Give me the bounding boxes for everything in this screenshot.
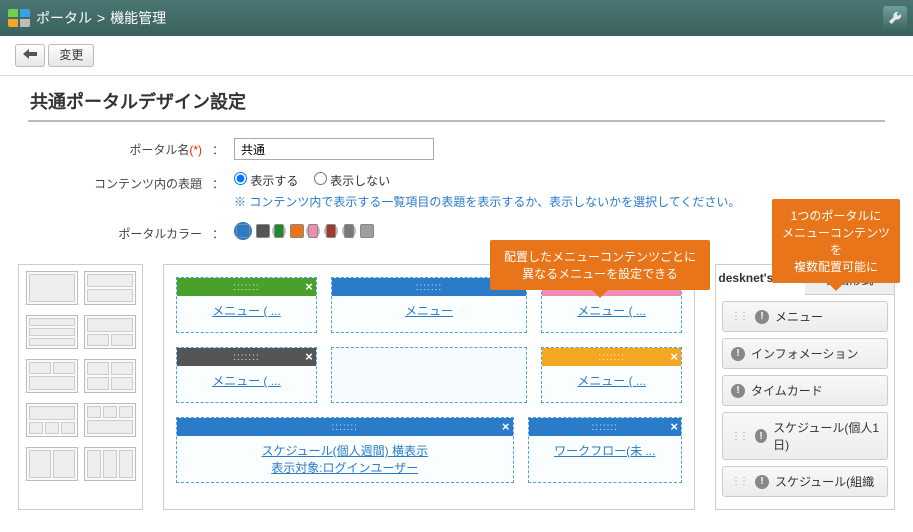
widget-link[interactable]: メニュー ( ... (577, 374, 646, 388)
settings-icon[interactable] (883, 6, 907, 30)
layout-thumb[interactable] (26, 359, 78, 393)
widget-schedule[interactable]: :::::::× スケジュール(個人週間) 横表示表示対象:ログインユーザー (176, 417, 514, 483)
layout-canvas: :::::::× メニュー ( ... :::::::× メニュー ::::::… (163, 264, 695, 510)
color-option[interactable] (324, 224, 338, 238)
close-icon[interactable]: × (305, 279, 313, 294)
portal-name-input[interactable] (234, 138, 434, 160)
layout-thumb[interactable] (84, 315, 136, 349)
breadcrumb-page[interactable]: 機能管理 (110, 8, 166, 28)
color-option[interactable] (256, 224, 270, 238)
widget-menu-green[interactable]: :::::::× メニュー ( ... (176, 277, 317, 333)
widget-workflow[interactable]: :::::::× ワークフロー(未 ... (528, 417, 683, 483)
widget-menu-dark[interactable]: :::::::× メニュー ( ... (176, 347, 317, 403)
page-title: 共通ポータルデザイン設定 (28, 84, 885, 122)
info-icon: ! (755, 310, 769, 324)
titles-label: コンテンツ内の表題 (94, 177, 202, 191)
widget-link[interactable]: スケジュール(個人週間) 横表示表示対象:ログインユーザー (262, 444, 429, 475)
close-icon[interactable]: × (305, 349, 313, 364)
palette-item-schedule-org[interactable]: !スケジュール(組織 (722, 466, 888, 497)
breadcrumb-root[interactable]: ポータル (36, 8, 92, 28)
layout-thumb[interactable] (84, 271, 136, 305)
radio-show[interactable]: 表示する (234, 174, 298, 188)
layout-thumb[interactable] (84, 447, 136, 481)
close-icon[interactable]: × (670, 419, 678, 434)
empty-slot[interactable] (331, 347, 527, 403)
radio-hide[interactable]: 表示しない (314, 174, 390, 188)
layout-thumb[interactable] (26, 403, 78, 437)
color-option[interactable] (272, 224, 286, 238)
submit-button[interactable]: 変更 (48, 44, 94, 67)
back-button[interactable] (15, 44, 45, 67)
widget-link[interactable]: メニュー ( ... (212, 374, 281, 388)
callout-multiple-menu: 1つのポータルにメニューコンテンツを複数配置可能に (772, 199, 900, 283)
info-icon: ! (755, 475, 769, 489)
palette-item-information[interactable]: !インフォメーション (722, 338, 888, 369)
required-mark: (*) (189, 143, 202, 157)
color-option[interactable] (360, 224, 374, 238)
color-option[interactable] (306, 224, 320, 238)
close-icon[interactable]: × (670, 349, 678, 364)
color-label: ポータルカラー (118, 227, 202, 241)
color-swatches (234, 222, 374, 240)
widget-link[interactable]: メニュー (405, 304, 453, 318)
widget-link[interactable]: メニュー ( ... (212, 304, 281, 318)
layout-thumb[interactable] (26, 447, 78, 481)
color-option[interactable] (342, 224, 356, 238)
widget-link[interactable]: ワークフロー(未 ... (554, 444, 655, 458)
palette-item-timecard[interactable]: !タイムカード (722, 375, 888, 406)
layout-thumb[interactable] (26, 271, 78, 305)
color-option-selected[interactable] (234, 222, 252, 240)
name-label: ポータル名 (129, 143, 189, 157)
breadcrumb-sep: > (97, 10, 105, 26)
palette-item-schedule-personal[interactable]: !スケジュール(個人1日) (722, 412, 888, 460)
close-icon[interactable]: × (502, 419, 510, 434)
layout-thumb[interactable] (84, 403, 136, 437)
info-icon: ! (731, 347, 745, 361)
app-icon (8, 9, 30, 27)
widget-menu-orange[interactable]: :::::::× メニュー ( ... (541, 347, 682, 403)
widget-link[interactable]: メニュー ( ... (577, 304, 646, 318)
color-option[interactable] (290, 224, 304, 238)
layout-thumb[interactable] (84, 359, 136, 393)
callout-menu-config: 配置したメニューコンテンツごとに異なるメニューを設定できる (490, 240, 710, 290)
info-icon: ! (755, 429, 767, 443)
layout-thumb[interactable] (26, 315, 78, 349)
titles-hint: ※ コンテンツ内で表示する一覧項目の表題を表示するか、表示しないかを選択してくだ… (234, 193, 740, 210)
info-icon: ! (731, 384, 745, 398)
palette-item-menu[interactable]: !メニュー (722, 301, 888, 332)
content-palette: desknet's NEO 自由形式 !メニュー !インフォメーション !タイム… (715, 264, 895, 510)
layout-thumbnails (18, 264, 143, 510)
